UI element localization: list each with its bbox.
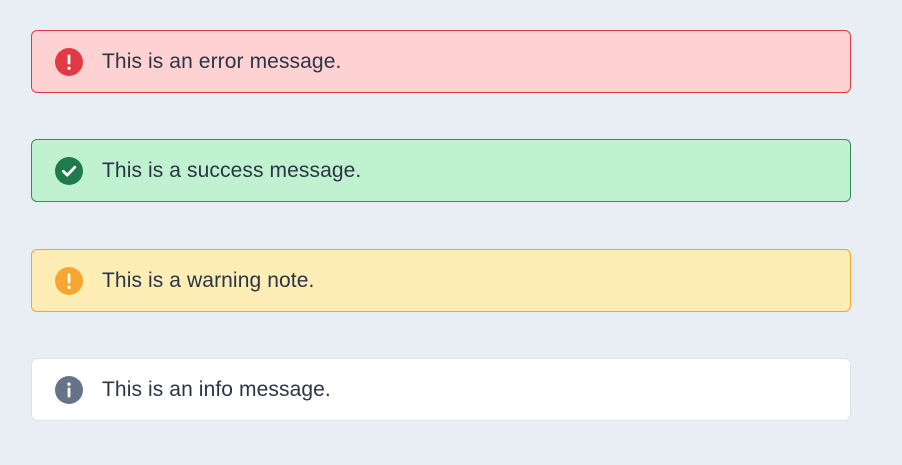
success-check-icon [55,156,83,185]
error-exclamation-icon [55,47,83,76]
info-message-text: This is an info message. [102,377,331,401]
info-icon [55,375,83,404]
error-message-text: This is an error message. [102,49,342,73]
warning-exclamation-icon [55,266,83,295]
warning-alert: This is a warning note. [31,249,851,312]
info-alert: This is an info message. [31,358,851,421]
error-alert: This is an error message. [31,30,851,93]
success-alert: This is a success message. [31,139,851,202]
warning-message-text: This is a warning note. [102,268,315,292]
success-message-text: This is a success message. [102,158,362,182]
